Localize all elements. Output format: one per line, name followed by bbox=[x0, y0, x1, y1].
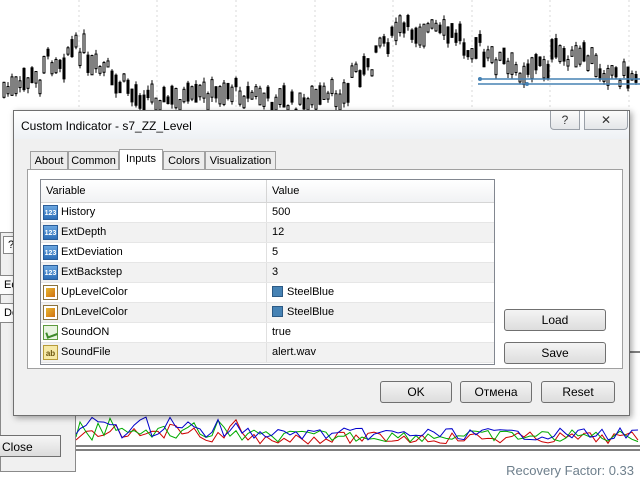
color-swatch bbox=[272, 306, 283, 317]
variable-value: 5 bbox=[272, 246, 279, 258]
input-row-extdepth[interactable]: 123 ExtDepth 12 bbox=[41, 223, 494, 243]
background-close-button[interactable]: Close bbox=[0, 435, 61, 457]
tab-inputs[interactable]: Inputs bbox=[119, 149, 163, 170]
value-cell[interactable]: SteelBlue bbox=[267, 283, 494, 302]
color-swatch bbox=[272, 286, 283, 297]
input-row-soundfile[interactable]: ab SoundFile alert.wav bbox=[41, 343, 494, 363]
variable-cell: 123 ExtDeviation bbox=[41, 243, 267, 262]
input-row-extdeviation[interactable]: 123 ExtDeviation 5 bbox=[41, 243, 494, 263]
value-cell[interactable]: 500 bbox=[267, 203, 494, 222]
inputs-grid: Variable Value 123 History 500 123 ExtDept… bbox=[40, 179, 495, 365]
input-row-uplevelcolor[interactable]: UpLevelColor SteelBlue bbox=[41, 283, 494, 303]
close-icon[interactable]: ✕ bbox=[584, 111, 628, 130]
int-icon: 123 bbox=[43, 225, 58, 240]
variable-name: SoundFile bbox=[61, 346, 111, 358]
int-icon: 123 bbox=[43, 245, 58, 260]
variable-value: alert.wav bbox=[272, 346, 317, 358]
grid-header: Variable Value bbox=[41, 180, 494, 203]
variable-name: UpLevelColor bbox=[61, 286, 128, 298]
input-row-soundon[interactable]: SoundON true bbox=[41, 323, 494, 343]
value-cell[interactable]: SteelBlue bbox=[267, 303, 494, 322]
input-row-history[interactable]: 123 History 500 bbox=[41, 203, 494, 223]
tab-colors[interactable]: Colors bbox=[163, 151, 205, 169]
load-button[interactable]: Load bbox=[504, 309, 606, 331]
reset-button[interactable]: Reset bbox=[541, 381, 615, 403]
value-cell[interactable]: true bbox=[267, 323, 494, 342]
input-row-extbackstep[interactable]: 123 ExtBackstep 3 bbox=[41, 263, 494, 283]
variable-cell: ab SoundFile bbox=[41, 343, 267, 362]
color-icon bbox=[43, 285, 58, 300]
int-icon: 123 bbox=[43, 265, 58, 280]
cancel-button[interactable]: Отмена bbox=[460, 381, 532, 403]
input-row-dnlevelcolor[interactable]: DnLevelColor SteelBlue bbox=[41, 303, 494, 323]
variable-cell: 123 ExtBackstep bbox=[41, 263, 267, 282]
variable-name: ExtDeviation bbox=[61, 246, 123, 258]
variable-value: SteelBlue bbox=[287, 306, 335, 318]
value-cell[interactable]: alert.wav bbox=[267, 343, 494, 362]
string-icon: ab bbox=[43, 345, 58, 360]
help-button[interactable]: ? bbox=[550, 111, 580, 130]
column-header-value[interactable]: Value bbox=[267, 180, 494, 202]
variable-value: 3 bbox=[272, 266, 279, 278]
variable-value: SteelBlue bbox=[287, 286, 335, 298]
value-cell[interactable]: 3 bbox=[267, 263, 494, 282]
bool-icon bbox=[43, 325, 58, 340]
variable-name: ExtDepth bbox=[61, 226, 107, 238]
value-cell[interactable]: 5 bbox=[267, 243, 494, 262]
tab-common[interactable]: Common bbox=[68, 151, 119, 169]
tab-visualization[interactable]: Visualization bbox=[205, 151, 276, 169]
tab-about[interactable]: About bbox=[30, 151, 68, 169]
variable-cell: 123 ExtDepth bbox=[41, 223, 267, 242]
variable-cell: UpLevelColor bbox=[41, 283, 267, 302]
variable-name: SoundON bbox=[61, 326, 110, 338]
column-header-variable[interactable]: Variable bbox=[41, 180, 267, 202]
custom-indicator-dialog: Custom Indicator - s7_ZZ_Level ? ✕ About… bbox=[13, 110, 630, 416]
variable-name: DnLevelColor bbox=[61, 306, 128, 318]
variable-name: ExtBackstep bbox=[61, 266, 123, 278]
variable-value: 500 bbox=[272, 206, 291, 218]
title-bar[interactable]: Custom Indicator - s7_ZZ_Level ? ✕ bbox=[14, 111, 629, 139]
variable-value: true bbox=[272, 326, 291, 338]
variable-value: 12 bbox=[272, 226, 285, 238]
variable-cell: SoundON bbox=[41, 323, 267, 342]
recovery-factor-label: Recovery Factor: 0.33 bbox=[506, 463, 634, 478]
variable-cell: DnLevelColor bbox=[41, 303, 267, 322]
save-button[interactable]: Save bbox=[504, 342, 606, 364]
variable-cell: 123 History bbox=[41, 203, 267, 222]
variable-name: History bbox=[61, 206, 96, 218]
color-icon bbox=[43, 305, 58, 320]
ok-button[interactable]: OK bbox=[380, 381, 452, 403]
value-cell[interactable]: 12 bbox=[267, 223, 494, 242]
window-title: Custom Indicator - s7_ZZ_Level bbox=[21, 119, 192, 133]
int-icon: 123 bbox=[43, 205, 58, 220]
